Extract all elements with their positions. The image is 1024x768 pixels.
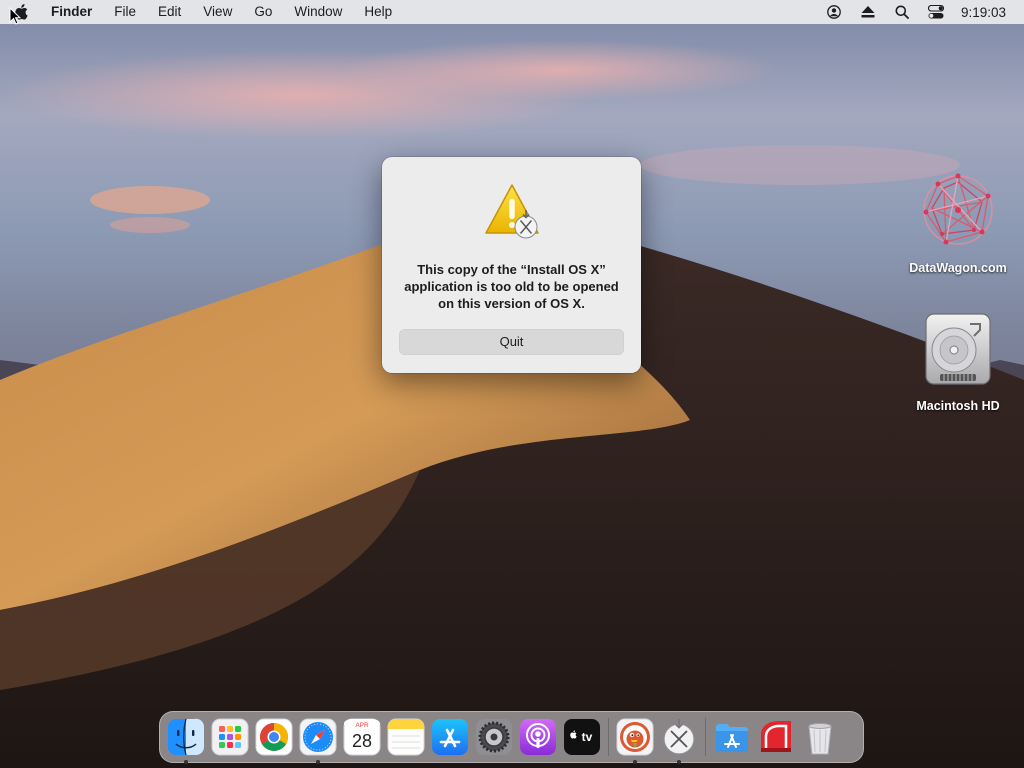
desktop-icon-label: Macintosh HD [916,399,1000,413]
datawagon-icon [923,173,993,245]
control-center-icon[interactable] [919,0,953,24]
dock-system-preferences[interactable] [472,715,516,759]
dock-duckduckgo[interactable] [613,715,657,764]
desktop-wallpaper [0,0,1024,768]
duckduckgo-icon [616,718,654,756]
alert-dialog: This copy of the “Install OS X” applicat… [382,157,641,373]
dock: APR 28 tv [159,711,864,764]
mouse-cursor-icon [9,7,21,25]
status-area: 9:19:03 [817,0,1024,24]
applications-folder-icon [716,724,748,752]
dock-separator [608,718,609,756]
app-store-icon [432,719,468,755]
apple-tv-icon: tv [564,719,600,755]
running-indicator [184,760,188,764]
desktop-icon-label: DataWagon.com [909,261,1007,275]
calendar-day: 28 [352,731,372,751]
tv-label: tv [582,730,593,744]
dock-launchpad[interactable] [208,715,252,759]
warning-installer-icon [485,184,539,239]
trash-icon [808,723,832,755]
dock-calendar[interactable]: APR 28 [340,715,384,759]
hard-drive-icon [925,313,991,385]
desktop-icon-datawagon[interactable]: DataWagon.com [898,168,1018,275]
running-indicator [316,760,320,764]
dock-red-app[interactable] [754,715,798,759]
search-icon[interactable] [885,0,919,24]
dock-install-os-x[interactable] [657,715,701,764]
quit-button[interactable]: Quit [399,329,624,355]
menu-help[interactable]: Help [353,0,403,24]
desktop-icon-macintosh-hd[interactable]: Macintosh HD [898,310,1018,413]
desktop: Finder File Edit View Go Window Help 9:1… [0,0,1024,768]
podcasts-icon [520,719,556,755]
dock-notes[interactable] [384,715,428,759]
running-indicator [633,760,637,764]
safari-icon [299,718,337,756]
red-app-icon [761,721,791,752]
calendar-icon: APR 28 [343,718,381,756]
dock-applications-folder[interactable] [710,715,754,759]
dock-separator [705,718,706,756]
dock-podcasts[interactable] [516,715,560,759]
dock-finder[interactable] [164,715,208,764]
user-icon[interactable] [817,0,851,24]
menu-window[interactable]: Window [283,0,353,24]
dock-trash[interactable] [798,715,842,759]
dock-safari[interactable] [296,715,340,764]
menu-view[interactable]: View [192,0,243,24]
menu-bar-clock[interactable]: 9:19:03 [953,5,1024,20]
dock-chrome[interactable] [252,715,296,759]
menu-app-name[interactable]: Finder [40,0,103,24]
dock-app-store[interactable] [428,715,472,759]
running-indicator [677,760,681,764]
calendar-month: APR [355,722,369,729]
chrome-icon [255,718,293,756]
menu-bar: Finder File Edit View Go Window Help 9:1… [0,0,1024,24]
notes-icon [387,718,425,756]
dock-apple-tv[interactable]: tv [560,715,604,759]
install-os-x-icon [663,719,695,755]
finder-icon [168,718,205,756]
menu-edit[interactable]: Edit [147,0,192,24]
alert-message: This copy of the “Install OS X” applicat… [404,262,619,311]
eject-icon[interactable] [851,0,885,24]
menu-go[interactable]: Go [243,0,283,24]
menu-file[interactable]: File [103,0,147,24]
launchpad-icon [211,718,249,756]
system-preferences-icon [476,719,512,755]
